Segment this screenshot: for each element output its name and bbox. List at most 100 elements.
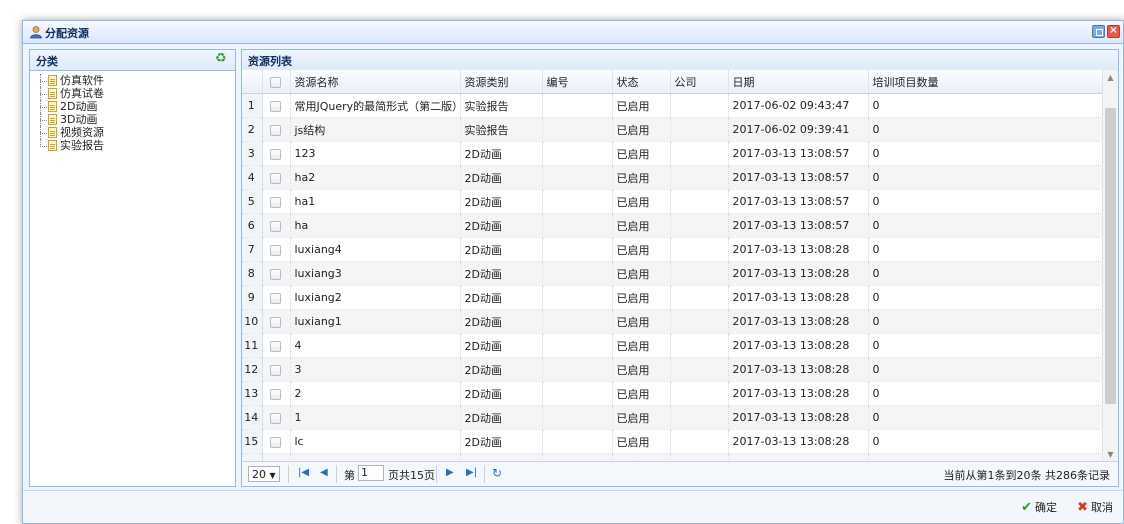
- row-checkbox[interactable]: [270, 268, 281, 280]
- tree-node[interactable]: 仿真试卷: [30, 87, 235, 100]
- row-checkbox[interactable]: [270, 340, 281, 352]
- table-row[interactable]: 15 lc 2D动画 已启用 2017-03-13 13:08:28 0: [242, 429, 1103, 454]
- file-icon: [48, 101, 57, 112]
- cell-company: [670, 309, 729, 334]
- scroll-thumb[interactable]: [1105, 108, 1116, 404]
- tree-node-label: 2D动画: [60, 100, 98, 113]
- row-checkbox[interactable]: [270, 244, 281, 256]
- refresh-icon[interactable]: ♻: [215, 52, 229, 66]
- cell-count: 0: [868, 189, 1103, 214]
- column-header-company[interactable]: 公司: [670, 70, 729, 94]
- row-checkbox-cell[interactable]: [262, 93, 291, 118]
- row-checkbox[interactable]: [270, 124, 281, 136]
- table-row[interactable]: 14 1 2D动画 已启用 2017-03-13 13:08:28 0: [242, 405, 1103, 430]
- row-checkbox[interactable]: [270, 436, 281, 448]
- table-row[interactable]: 3 123 2D动画 已启用 2017-03-13 13:08:57 0: [242, 141, 1103, 166]
- row-number: 2: [242, 117, 263, 142]
- scroll-up-icon[interactable]: ▲: [1103, 70, 1118, 86]
- close-icon[interactable]: ×: [1107, 25, 1120, 38]
- grid-vertical-scrollbar[interactable]: ▲ ▼: [1102, 70, 1118, 463]
- table-row[interactable]: 5 ha1 2D动画 已启用 2017-03-13 13:08:57 0: [242, 189, 1103, 214]
- column-header-code[interactable]: 编号: [542, 70, 613, 94]
- row-checkbox-cell[interactable]: [262, 189, 291, 214]
- row-checkbox[interactable]: [270, 388, 281, 400]
- cell-company: [670, 429, 729, 454]
- confirm-button[interactable]: ✔ 确定: [1021, 499, 1057, 515]
- row-checkbox[interactable]: [270, 100, 281, 112]
- tree-node[interactable]: 3D动画: [30, 113, 235, 126]
- row-checkbox[interactable]: [270, 292, 281, 304]
- cell-status: 已启用: [612, 429, 671, 454]
- row-checkbox-cell[interactable]: [262, 357, 291, 382]
- row-checkbox[interactable]: [270, 412, 281, 424]
- cell-type: 2D动画: [460, 261, 543, 286]
- row-checkbox-cell[interactable]: [262, 213, 291, 238]
- row-checkbox-cell[interactable]: [262, 405, 291, 430]
- table-row[interactable]: 10 luxiang1 2D动画 已启用 2017-03-13 13:08:28 0: [242, 309, 1103, 334]
- page-size-select[interactable]: 20 ▼: [248, 466, 280, 482]
- row-checkbox-cell[interactable]: [262, 381, 291, 406]
- cell-type: 实验报告: [460, 117, 543, 142]
- cell-count: 0: [868, 429, 1103, 454]
- tree-node[interactable]: 仿真软件: [30, 74, 235, 87]
- reload-icon[interactable]: ↻: [492, 466, 502, 480]
- row-checkbox-cell[interactable]: [262, 165, 291, 190]
- category-panel: 分类 ♻ 仿真软件 仿真试卷 2D动画 3D动画 视频资源 实验报告: [29, 49, 236, 487]
- row-checkbox-cell[interactable]: [262, 261, 291, 286]
- column-header-type[interactable]: 资源类别: [460, 70, 543, 94]
- table-row[interactable]: 8 luxiang3 2D动画 已启用 2017-03-13 13:08:28 0: [242, 261, 1103, 286]
- column-header-status[interactable]: 状态: [612, 70, 671, 94]
- cell-company: [670, 405, 729, 430]
- tree-node[interactable]: 实验报告: [30, 139, 235, 152]
- dialog-titlebar[interactable]: 分配资源 ×: [23, 21, 1123, 44]
- table-row[interactable]: 6 ha 2D动画 已启用 2017-03-13 13:08:57 0: [242, 213, 1103, 238]
- cell-date: 2017-03-13 13:08:28: [728, 405, 869, 430]
- tree-node-label: 仿真试卷: [60, 87, 104, 100]
- first-page-icon[interactable]: |◀: [298, 467, 309, 478]
- last-page-icon[interactable]: ▶|: [466, 467, 477, 478]
- row-checkbox-cell[interactable]: [262, 333, 291, 358]
- row-checkbox[interactable]: [270, 196, 281, 208]
- resource-grid: 资源名称 资源类别 编号 状态 公司 日期 培训项目数量 1 常用JQuery的最…: [242, 70, 1118, 463]
- column-header-name[interactable]: 资源名称: [290, 70, 461, 94]
- tree-node-label: 视频资源: [60, 126, 104, 139]
- select-all-checkbox-header[interactable]: [262, 70, 291, 94]
- prev-page-icon[interactable]: ◀: [320, 467, 328, 478]
- row-checkbox-cell[interactable]: [262, 237, 291, 262]
- cell-type: 2D动画: [460, 189, 543, 214]
- tree-node[interactable]: 视频资源: [30, 126, 235, 139]
- row-checkbox[interactable]: [270, 172, 281, 184]
- dialog-title: 分配资源: [45, 27, 89, 40]
- row-checkbox-cell[interactable]: [262, 285, 291, 310]
- row-checkbox[interactable]: [270, 316, 281, 328]
- row-number-header: [242, 70, 263, 94]
- row-checkbox-cell[interactable]: [262, 117, 291, 142]
- cell-date: 2017-03-13 13:08:28: [728, 237, 869, 262]
- row-checkbox[interactable]: [270, 220, 281, 232]
- row-checkbox-cell[interactable]: [262, 141, 291, 166]
- table-row[interactable]: 1 常用JQuery的最简形式（第二版） 实验报告 已启用 2017-06-02 09:…: [242, 93, 1103, 118]
- cell-status: 已启用: [612, 237, 671, 262]
- table-row[interactable]: 2 js结构 实验报告 已启用 2017-06-02 09:39:41 0: [242, 117, 1103, 142]
- row-checkbox[interactable]: [270, 364, 281, 376]
- cell-code: [542, 309, 613, 334]
- table-row[interactable]: 9 luxiang2 2D动画 已启用 2017-03-13 13:08:28 0: [242, 285, 1103, 310]
- page-number-input[interactable]: 1: [358, 465, 384, 481]
- column-header-date[interactable]: 日期: [728, 70, 869, 94]
- row-number: 9: [242, 285, 263, 310]
- table-row[interactable]: 11 4 2D动画 已启用 2017-03-13 13:08:28 0: [242, 333, 1103, 358]
- row-checkbox-cell[interactable]: [262, 429, 291, 454]
- select-all-checkbox[interactable]: [270, 76, 281, 88]
- row-checkbox-cell[interactable]: [262, 309, 291, 334]
- resource-list-title: 资源列表: [248, 55, 292, 68]
- tree-node[interactable]: 2D动画: [30, 100, 235, 113]
- table-row[interactable]: 4 ha2 2D动画 已启用 2017-03-13 13:08:57 0: [242, 165, 1103, 190]
- column-header-count[interactable]: 培训项目数量: [868, 70, 1103, 94]
- next-page-icon[interactable]: ▶: [446, 467, 454, 478]
- cancel-button[interactable]: ✖ 取消: [1077, 499, 1113, 515]
- table-row[interactable]: 13 2 2D动画 已启用 2017-03-13 13:08:28 0: [242, 381, 1103, 406]
- table-row[interactable]: 12 3 2D动画 已启用 2017-03-13 13:08:28 0: [242, 357, 1103, 382]
- table-row[interactable]: 7 luxiang4 2D动画 已启用 2017-03-13 13:08:28 0: [242, 237, 1103, 262]
- maximize-icon[interactable]: [1092, 25, 1105, 38]
- row-checkbox[interactable]: [270, 148, 281, 160]
